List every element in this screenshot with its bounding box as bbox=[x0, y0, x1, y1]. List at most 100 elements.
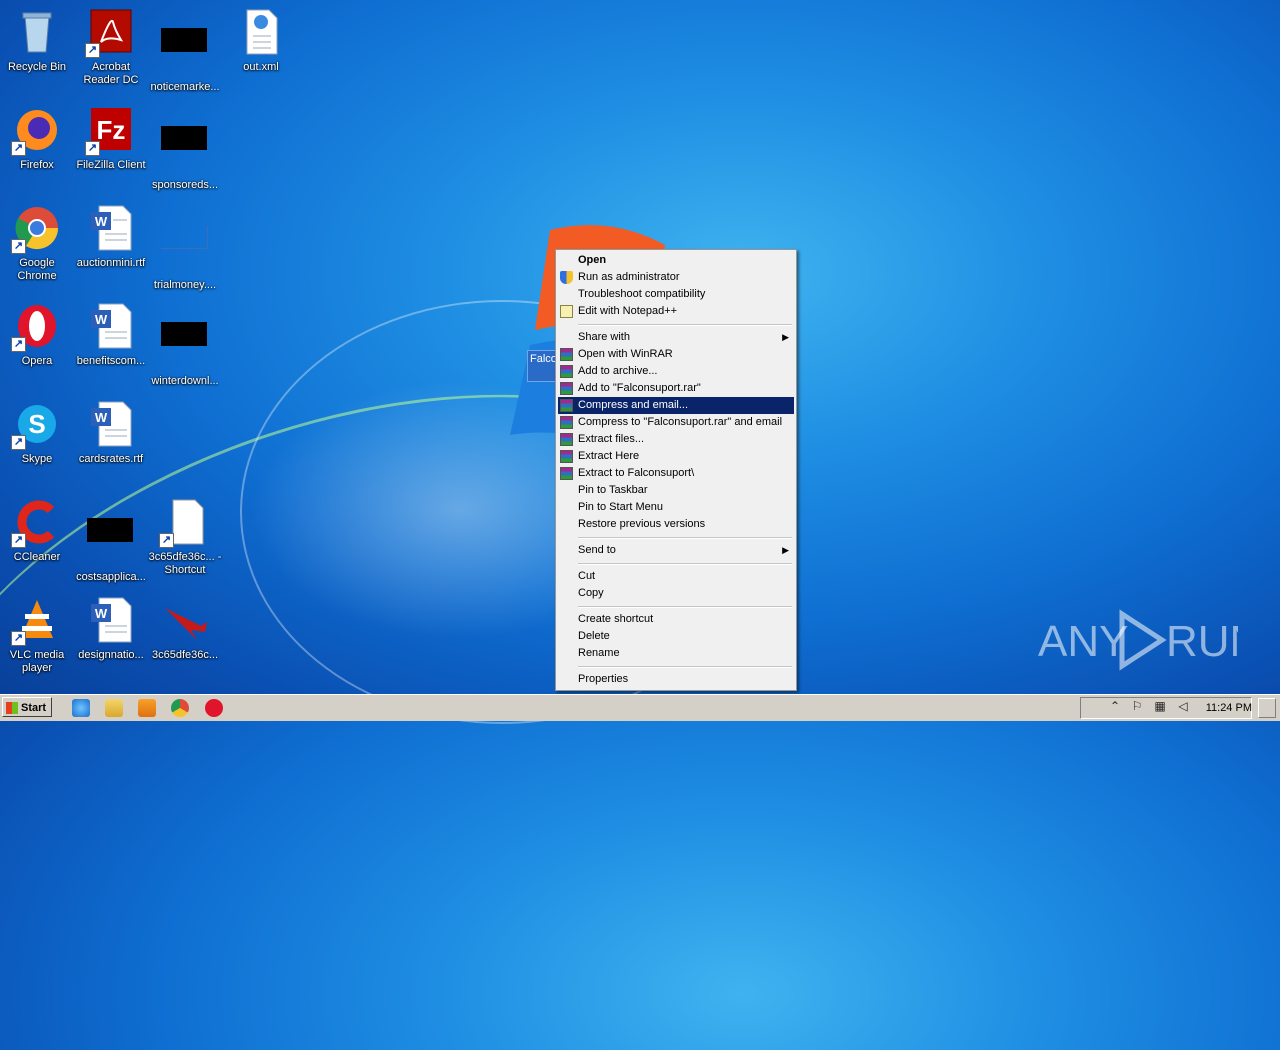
shortcut-arrow-icon: ↗ bbox=[11, 631, 26, 646]
internet-explorer-icon[interactable] bbox=[72, 699, 90, 717]
network-icon[interactable]: ▦ bbox=[1153, 699, 1167, 713]
desktop-icon-out-xml[interactable]: out.xml bbox=[224, 8, 298, 74]
desktop-icon-label: trialmoney.... bbox=[153, 279, 217, 291]
menu-item-rename[interactable]: Rename bbox=[558, 645, 794, 662]
menu-item-send-to[interactable]: Send to ▶ bbox=[558, 542, 794, 559]
desktop-icon-label: auctionmini.rtf bbox=[76, 257, 146, 269]
show-desktop-button[interactable] bbox=[1258, 698, 1276, 718]
desktop-icon-costsapplica[interactable]: costsapplica... bbox=[74, 498, 148, 584]
svg-text:ANY: ANY bbox=[1038, 617, 1128, 666]
windows-flag-icon bbox=[6, 702, 18, 714]
desktop-icon-shortcut[interactable]: ↗ 3c65dfe36c... - Shortcut bbox=[148, 498, 222, 577]
menu-item-label: Cut bbox=[578, 570, 596, 582]
desktop-icon-designnatio[interactable]: W designnatio... bbox=[74, 596, 148, 662]
menu-item-label: Compress to "Falconsuport.rar" and email bbox=[578, 416, 783, 428]
menu-item-open[interactable]: Open bbox=[558, 252, 794, 269]
menu-item-label: Open with WinRAR bbox=[578, 348, 673, 360]
chrome-icon[interactable] bbox=[171, 699, 189, 717]
desktop-icon-acrobat[interactable]: ↗ Acrobat Reader DC bbox=[74, 8, 148, 87]
svg-text:W: W bbox=[95, 312, 108, 327]
menu-item-add-to-rar[interactable]: Add to "Falconsuport.rar" bbox=[558, 380, 794, 397]
shortcut-arrow-icon: ↗ bbox=[11, 141, 26, 156]
svg-text:S: S bbox=[28, 409, 45, 439]
menu-item-open-winrar[interactable]: Open with WinRAR bbox=[558, 346, 794, 363]
volume-icon[interactable]: ◁ bbox=[1176, 699, 1190, 713]
blank-file-icon: ↗ bbox=[159, 498, 209, 548]
menu-item-pin-taskbar[interactable]: Pin to Taskbar bbox=[558, 482, 794, 499]
menu-item-cut[interactable]: Cut bbox=[558, 568, 794, 585]
desktop-icon-falcon-exe[interactable]: 3c65dfe36c... bbox=[148, 596, 222, 662]
desktop-icon-sponsoreds[interactable]: sponsoreds... bbox=[148, 106, 222, 192]
menu-item-delete[interactable]: Delete bbox=[558, 628, 794, 645]
menu-item-create-shortcut[interactable]: Create shortcut bbox=[558, 611, 794, 628]
start-label: Start bbox=[21, 702, 47, 714]
menu-item-label: Rename bbox=[578, 647, 620, 659]
desktop-icon-label: designnatio... bbox=[78, 649, 144, 661]
desktop-icon-trialmoney[interactable]: trialmoney.... bbox=[148, 204, 222, 292]
winrar-icon bbox=[560, 382, 573, 395]
desktop-icon-auctionmini[interactable]: W auctionmini.rtf bbox=[74, 204, 148, 270]
menu-item-run-as-admin[interactable]: Run as administrator bbox=[558, 269, 794, 286]
explorer-icon[interactable] bbox=[105, 699, 123, 717]
desktop-icon-label: cardsrates.rtf bbox=[78, 453, 144, 465]
desktop-icon-opera[interactable]: ↗ Opera bbox=[0, 302, 74, 368]
desktop-icon-label: out.xml bbox=[243, 61, 279, 73]
menu-item-properties[interactable]: Properties bbox=[558, 671, 794, 688]
menu-item-extract-to-folder[interactable]: Extract to Falconsuport\ bbox=[558, 465, 794, 482]
menu-item-restore-versions[interactable]: Restore previous versions bbox=[558, 516, 794, 533]
menu-item-pin-start-menu[interactable]: Pin to Start Menu bbox=[558, 499, 794, 516]
menu-item-extract-here[interactable]: Extract Here bbox=[558, 448, 794, 465]
desktop-icon-recycle-bin[interactable]: Recycle Bin bbox=[0, 8, 74, 74]
desktop-icon-filezilla[interactable]: Fz ↗ FileZilla Client bbox=[74, 106, 148, 172]
filezilla-icon: Fz ↗ bbox=[85, 106, 135, 156]
menu-item-compress-to-rar-email[interactable]: Compress to "Falconsuport.rar" and email bbox=[558, 414, 794, 431]
desktop-icon-winterdownl[interactable]: winterdownl... bbox=[148, 302, 222, 388]
svg-text:W: W bbox=[95, 606, 108, 621]
menu-item-share-with[interactable]: Share with ▶ bbox=[558, 329, 794, 346]
menu-item-extract-files[interactable]: Extract files... bbox=[558, 431, 794, 448]
desktop-icon-ccleaner[interactable]: ↗ CCleaner bbox=[0, 498, 74, 564]
firefox-icon: ↗ bbox=[11, 106, 61, 156]
redacted-file-icon bbox=[161, 28, 209, 76]
menu-item-edit-notepadpp[interactable]: Edit with Notepad++ bbox=[558, 303, 794, 320]
desktop-icon-label: Skype bbox=[21, 453, 53, 465]
media-player-icon[interactable] bbox=[138, 699, 156, 717]
menu-item-label: Share with bbox=[578, 331, 630, 343]
desktop-icon-label: Recycle Bin bbox=[7, 61, 67, 73]
menu-item-copy[interactable]: Copy bbox=[558, 585, 794, 602]
winrar-icon bbox=[560, 365, 573, 378]
menu-item-label: Troubleshoot compatibility bbox=[578, 288, 706, 300]
taskbar-clock[interactable]: 11:24 PM bbox=[1206, 697, 1252, 719]
menu-item-label: Compress and email... bbox=[578, 399, 689, 411]
action-center-flag-icon[interactable]: ⚐ bbox=[1130, 699, 1144, 713]
recycle-bin-icon bbox=[13, 8, 61, 56]
show-hidden-icons-icon[interactable]: ⌃ bbox=[1108, 699, 1122, 713]
menu-item-add-to-archive[interactable]: Add to archive... bbox=[558, 363, 794, 380]
desktop-icon-noticemarke[interactable]: noticemarke... bbox=[148, 8, 222, 94]
desktop-icon-label: benefitscom... bbox=[76, 355, 146, 367]
menu-item-label: Add to archive... bbox=[578, 365, 658, 377]
desktop-icon-benefitscom[interactable]: W benefitscom... bbox=[74, 302, 148, 368]
menu-item-label: Send to bbox=[578, 544, 616, 556]
acrobat-reader-icon: ↗ bbox=[85, 8, 135, 58]
svg-text:W: W bbox=[95, 214, 108, 229]
desktop-icon-cardsrates[interactable]: W cardsrates.rtf bbox=[74, 400, 148, 466]
start-button[interactable]: Start bbox=[2, 697, 52, 717]
desktop-icon-vlc[interactable]: ↗ VLC media player bbox=[0, 596, 74, 675]
word-document-icon: W bbox=[87, 596, 135, 644]
menu-item-compress-email[interactable]: Compress and email... bbox=[558, 397, 794, 414]
menu-item-troubleshoot[interactable]: Troubleshoot compatibility bbox=[558, 286, 794, 303]
shortcut-arrow-icon: ↗ bbox=[85, 141, 100, 156]
shortcut-arrow-icon: ↗ bbox=[11, 239, 26, 254]
desktop-icon-firefox[interactable]: ↗ Firefox bbox=[0, 106, 74, 172]
redacted-file-icon bbox=[87, 518, 135, 566]
menu-separator bbox=[578, 563, 792, 565]
chrome-icon: ↗ bbox=[11, 204, 61, 254]
desktop-icon-skype[interactable]: S ↗ Skype bbox=[0, 400, 74, 466]
desktop-icon-label: Acrobat Reader DC bbox=[83, 61, 139, 86]
menu-item-label: Pin to Start Menu bbox=[578, 501, 663, 513]
desktop-icon-label: CCleaner bbox=[13, 551, 61, 563]
opera-icon[interactable] bbox=[205, 699, 223, 717]
shortcut-arrow-icon: ↗ bbox=[85, 43, 100, 58]
desktop-icon-chrome[interactable]: ↗ Google Chrome bbox=[0, 204, 74, 283]
